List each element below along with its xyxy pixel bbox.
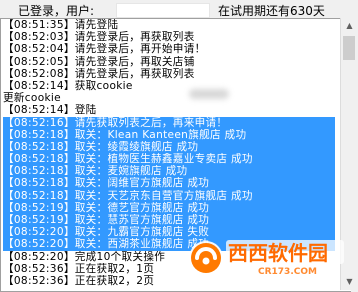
log-line: 【08:52:18】取关：植物医生赫鑫嘉业专卖店 成功 xyxy=(3,153,335,166)
log-line: 【08:52:36】正在获取2，2页 xyxy=(3,274,155,287)
log-line: 【08:52:18】取关：绫霞绫旗舰店 成功 xyxy=(3,140,335,154)
log-line: 【08:52:18】取关：阔维官方旗舰店 成功 xyxy=(3,177,335,190)
log-line: 【08:52:03】请先登录后，再获取列表 xyxy=(3,31,195,44)
log-line: 【08:52:18】取关：天艺京东自营官方旗舰店 成功 xyxy=(3,189,335,202)
log-line: 【08:52:14】登陆 xyxy=(3,104,97,117)
scroll-down-arrow-icon[interactable]: ▼ xyxy=(341,274,358,290)
vertical-scrollbar[interactable]: ▲ ▼ xyxy=(340,18,358,290)
user-label: 用户: xyxy=(66,4,95,18)
log-line: 【08:52:16】请先获取列表之后，再来申请！ xyxy=(3,116,335,129)
log-line: 【08:52:20】取关：西湖茶业旗舰店 成功 xyxy=(3,238,335,251)
log-line: 【08:52:19】取关：慧苏官方旗舰店 成功 xyxy=(3,214,335,227)
log-line: 【08:52:14】获取cookie xyxy=(3,79,133,92)
log-lines: 【08:51:35】请先登陆 【08:52:03】请先登录后，再获取列表 【08:5… xyxy=(3,19,335,287)
log-line: 【08:52:18】取关：Klean Kanteen旗舰店 成功 xyxy=(3,128,335,141)
log-line: 【08:52:04】请先登录后，再开始申请！ xyxy=(3,43,206,56)
log-line: 【08:52:20】完成10个取关操作 xyxy=(3,250,166,263)
log-line: 更新cookie xyxy=(3,92,61,105)
log-line: 【08:52:18】取关：麦婉旗舰店 成功 xyxy=(3,165,335,178)
scroll-up-arrow-icon[interactable]: ▲ xyxy=(341,18,358,34)
log-line: 【08:52:19】取关：德艺官方旗舰店 成功 xyxy=(3,201,335,214)
login-status-label: 已登录， xyxy=(18,4,67,18)
log-line: 【08:51:35】请先登陆 xyxy=(3,19,119,31)
username-field xyxy=(116,3,210,18)
log-line: 【08:52:36】正在获取2，1页 xyxy=(3,262,155,275)
scroll-thumb[interactable] xyxy=(343,36,355,60)
trial-status-label: 在试用期还有630天 xyxy=(218,4,325,18)
redaction-blur xyxy=(189,89,229,99)
log-line: 【08:52:20】取关：九霸官方旗舰店 失败 xyxy=(3,226,335,239)
log-line: 【08:52:08】请先登录后，再获取列表 xyxy=(3,67,195,80)
status-bar: 已登录， 用户: 在试用期还有630天 xyxy=(0,0,358,18)
log-textbox[interactable]: 【08:51:35】请先登陆 【08:52:03】请先登录后，再获取列表 【08:5… xyxy=(0,18,351,292)
log-line: 【08:52:05】请先登录后，再取关店铺 xyxy=(3,55,195,68)
